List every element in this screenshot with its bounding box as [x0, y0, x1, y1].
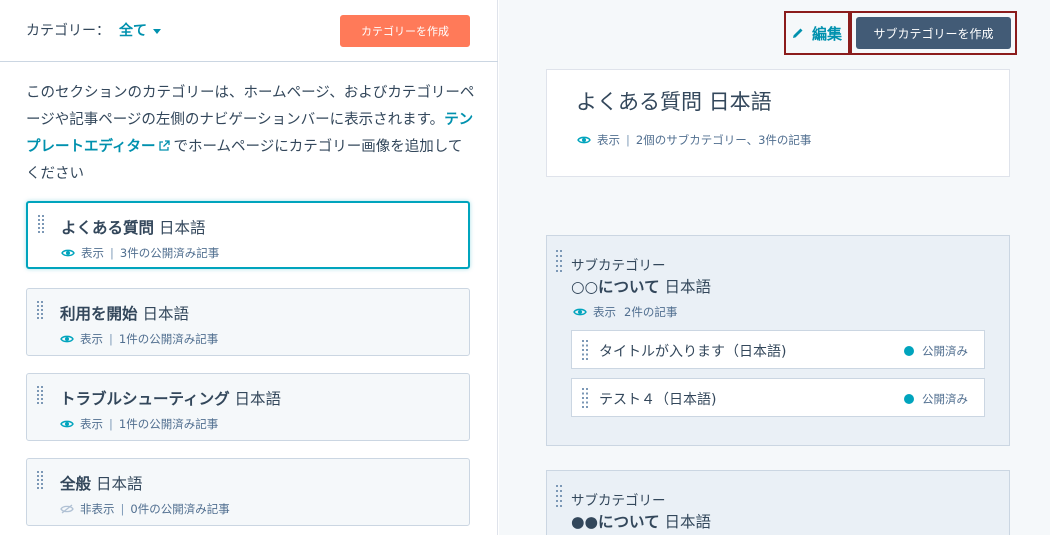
category-card[interactable]: よくある質問 日本語 表示 | 3件の公開済み記事: [26, 201, 470, 269]
status-badge: 公開済み: [904, 391, 968, 407]
eye-off-icon: [60, 504, 74, 514]
summary-meta: 表示 | 2個のサブカテゴリー、3件の記事: [577, 132, 811, 148]
eye-icon: [573, 308, 587, 316]
subcategory-title: ○○について 日本語: [571, 278, 712, 296]
subcategory-card[interactable]: サブカテゴリー ○○について 日本語 表示 2件の記事 タイトルが入ります（日本語…: [546, 235, 1010, 446]
drag-handle-icon[interactable]: [582, 340, 588, 360]
description-text: このセクションのカテゴリーは、ホームページ、およびカテゴリーページや記事ページの…: [26, 85, 475, 128]
category-title: トラブルシューティング 日本語: [60, 390, 282, 408]
category-toolbar: カテゴリー： 全て カテゴリーを作成: [0, 0, 498, 62]
drag-handle-icon[interactable]: [37, 471, 43, 489]
edit-button-label: 編集: [811, 24, 842, 43]
category-meta: 表示 | 1件の公開済み記事: [60, 331, 218, 347]
edit-button[interactable]: 編集: [784, 11, 850, 55]
status-dot-icon: [904, 346, 914, 356]
article-title: テスト４（日本語): [599, 392, 717, 408]
create-subcategory-highlight: サブカテゴリーを作成: [850, 11, 1017, 55]
article-title: タイトルが入ります（日本語): [599, 344, 787, 360]
category-card[interactable]: トラブルシューティング 日本語 表示 | 1件の公開済み記事: [26, 373, 470, 441]
eye-icon: [60, 420, 74, 428]
external-link-icon: [159, 140, 171, 151]
category-summary-card: よくある質問 日本語 表示 | 2個のサブカテゴリー、3件の記事: [546, 69, 1010, 177]
drag-handle-icon[interactable]: [37, 386, 43, 404]
summary-title: よくある質問 日本語: [576, 90, 772, 114]
section-description: このセクションのカテゴリーは、ホームページ、およびカテゴリーページや記事ページの…: [26, 80, 476, 188]
category-list-panel: カテゴリー： 全て カテゴリーを作成 このセクションのカテゴリーは、ホームページ…: [0, 0, 498, 535]
drag-handle-icon[interactable]: [556, 250, 562, 272]
subcategory-card[interactable]: サブカテゴリー ●●について 日本語: [546, 470, 1010, 535]
article-row[interactable]: タイトルが入ります（日本語) 公開済み: [571, 330, 985, 369]
article-row[interactable]: テスト４（日本語) 公開済み: [571, 378, 985, 417]
category-filter-value: 全て: [119, 23, 147, 39]
create-category-button[interactable]: カテゴリーを作成: [340, 15, 470, 47]
eye-icon: [577, 136, 591, 144]
drag-handle-icon[interactable]: [37, 301, 43, 319]
subcategory-label: サブカテゴリー: [571, 258, 666, 274]
drag-handle-icon[interactable]: [38, 215, 44, 233]
eye-icon: [61, 249, 75, 257]
create-subcategory-button[interactable]: サブカテゴリーを作成: [856, 17, 1011, 49]
status-dot-icon: [904, 394, 914, 404]
drag-handle-icon[interactable]: [556, 485, 562, 507]
category-title: 全般 日本語: [60, 475, 143, 493]
category-title: 利用を開始 日本語: [60, 305, 189, 323]
subcategory-title: ●●について 日本語: [571, 513, 712, 531]
subcategory-meta: 表示 2件の記事: [573, 304, 677, 320]
eye-icon: [60, 335, 74, 343]
category-filter-dropdown[interactable]: 全て: [119, 20, 161, 40]
category-card[interactable]: 利用を開始 日本語 表示 | 1件の公開済み記事: [26, 288, 470, 356]
category-title: よくある質問 日本語: [61, 219, 206, 237]
drag-handle-icon[interactable]: [582, 388, 588, 408]
pencil-icon: [792, 28, 803, 38]
category-meta: 表示 | 3件の公開済み記事: [61, 245, 219, 261]
chevron-down-icon: [153, 28, 161, 34]
subcategory-label: サブカテゴリー: [571, 493, 666, 509]
category-filter-label: カテゴリー：: [26, 23, 110, 39]
category-meta: 非表示 | 0件の公開済み記事: [60, 501, 230, 517]
category-card[interactable]: 全般 日本語 非表示 | 0件の公開済み記事: [26, 458, 470, 526]
category-meta: 表示 | 1件の公開済み記事: [60, 416, 218, 432]
status-badge: 公開済み: [904, 343, 968, 359]
